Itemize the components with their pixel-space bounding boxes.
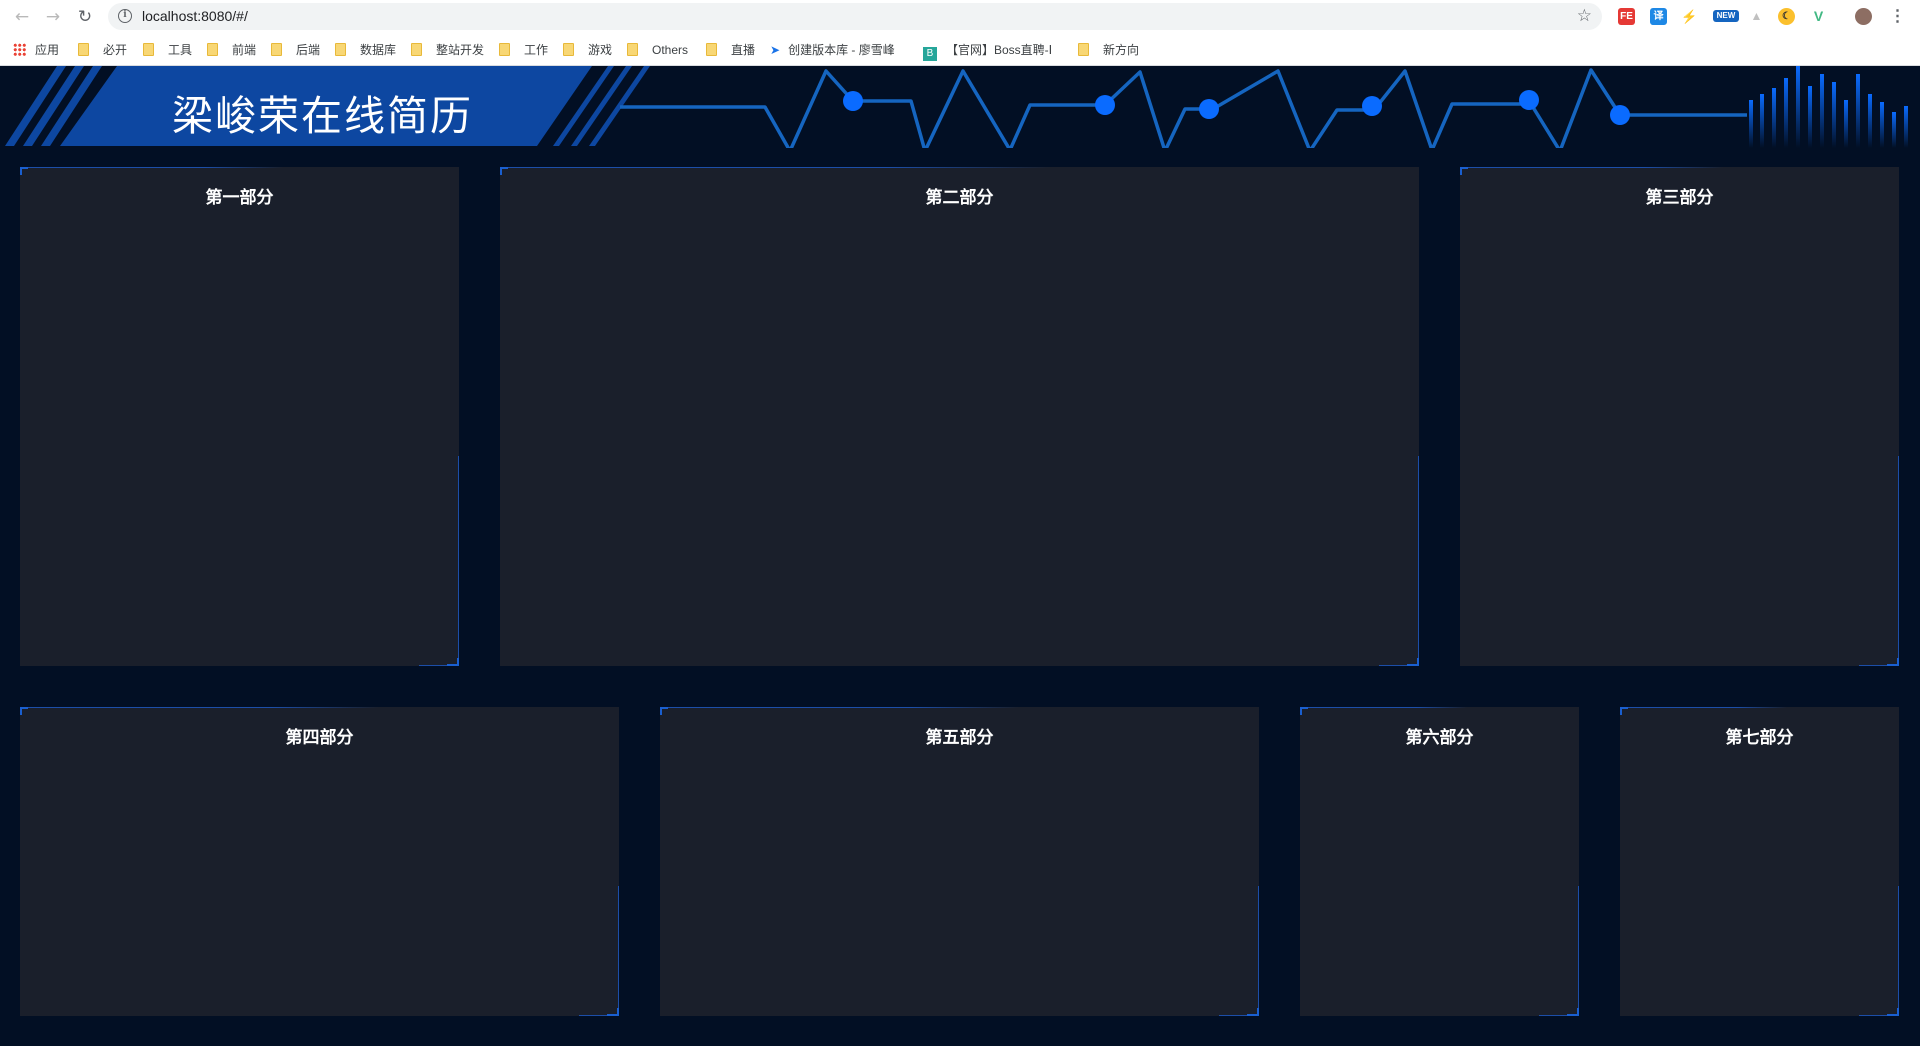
reload-icon[interactable]: ↻ — [75, 7, 95, 27]
pulse-node — [1519, 90, 1539, 110]
panel-3: 第三部分 — [1460, 167, 1899, 666]
info-icon[interactable]: i — [118, 9, 132, 23]
corner-decoration — [1247, 1008, 1259, 1016]
bookmarks-bar: 应用 必开 工具 前端 后端 数据库 整站开发 工作 游戏 Others 直播 … — [0, 33, 1920, 66]
corner-decoration — [1460, 167, 1468, 175]
bookmark-folder[interactable]: 工具 — [143, 41, 192, 59]
edge-decoration — [1898, 456, 1899, 666]
translate-extension-icon[interactable]: 译 — [1650, 8, 1667, 25]
corner-decoration — [607, 1008, 619, 1016]
back-icon[interactable]: ← — [12, 7, 32, 27]
folder-icon — [627, 43, 638, 56]
panel-title: 第三部分 — [1645, 188, 1714, 208]
bookmark-folder[interactable]: 整站开发 — [411, 41, 484, 59]
edge-decoration — [1418, 456, 1419, 666]
bookmark-link[interactable]: B 【官网】Boss直聘-Ⅰ — [923, 41, 1052, 61]
panel-title: 第六部分 — [1405, 728, 1474, 748]
panel-title: 第七部分 — [1725, 728, 1794, 748]
panel-5: 第五部分 — [660, 707, 1259, 1016]
panel-2: 第二部分 — [500, 167, 1419, 666]
pulse-node — [1610, 105, 1630, 125]
pulse-node — [1095, 95, 1115, 115]
folder-icon — [411, 43, 422, 56]
bookmark-apps[interactable]: 应用 — [13, 41, 59, 59]
corner-decoration — [20, 707, 28, 715]
edge-decoration — [1258, 886, 1259, 1016]
header: 梁峻荣在线简历 — [0, 66, 1920, 148]
folder-icon — [499, 43, 510, 56]
page-title: 梁峻荣在线简历 — [172, 92, 473, 140]
edge-decoration — [1898, 886, 1899, 1016]
panel-6: 第六部分 — [1300, 707, 1579, 1016]
gray-extension-icon[interactable]: ▲ — [1748, 8, 1765, 25]
bookmark-folder[interactable]: 直播 — [706, 41, 755, 59]
url-text: localhost:8080/#/ — [142, 8, 248, 24]
bookmark-folder[interactable]: 工作 — [499, 41, 548, 59]
lightning-extension-icon[interactable]: ⚡ — [1681, 8, 1698, 25]
pulse-node — [1199, 99, 1219, 119]
bookmark-folder[interactable]: Others — [627, 41, 688, 59]
folder-icon — [78, 43, 89, 56]
fe-extension-icon[interactable]: FE — [1618, 8, 1635, 25]
folder-icon — [1078, 43, 1089, 56]
corner-decoration — [1887, 658, 1899, 666]
corner-decoration — [660, 707, 668, 715]
folder-icon — [271, 43, 282, 56]
corner-decoration — [500, 167, 508, 175]
corner-decoration — [1407, 658, 1419, 666]
corner-decoration — [1567, 1008, 1579, 1016]
bookmark-folder[interactable]: 数据库 — [335, 41, 396, 59]
panel-4: 第四部分 — [20, 707, 619, 1016]
address-bar[interactable]: i localhost:8080/#/ ☆ — [108, 3, 1602, 30]
new-extension-icon[interactable]: NEW — [1713, 10, 1739, 22]
bookmark-folder[interactable]: 必开 — [78, 41, 127, 59]
corner-decoration — [20, 167, 28, 175]
panel-title: 第五部分 — [925, 728, 994, 748]
apps-icon — [13, 43, 26, 56]
corner-decoration — [447, 658, 459, 666]
edge-decoration — [1578, 886, 1579, 1016]
rocket-icon: ➤ — [770, 43, 781, 57]
pulse-line — [620, 68, 1747, 148]
folder-icon — [335, 43, 346, 56]
folder-icon — [207, 43, 218, 56]
pulse-node — [1362, 96, 1382, 116]
folder-icon — [706, 43, 717, 56]
bookmark-folder[interactable]: 新方向 — [1078, 41, 1139, 59]
panel-title: 第二部分 — [925, 188, 994, 208]
panel-7: 第七部分 — [1620, 707, 1899, 1016]
panel-1: 第一部分 — [20, 167, 459, 666]
bookmark-star-icon[interactable]: ☆ — [1577, 6, 1592, 26]
corner-decoration — [1620, 707, 1628, 715]
bookmark-folder[interactable]: 后端 — [271, 41, 320, 59]
bookmark-folder[interactable]: 前端 — [207, 41, 256, 59]
edge-decoration — [458, 456, 459, 666]
vue-devtools-icon[interactable]: V — [1810, 8, 1827, 25]
forward-icon[interactable]: → — [43, 7, 63, 27]
browser-toolbar: ← → ↻ i localhost:8080/#/ ☆ FE 译 ⚡ NEW ▲… — [0, 0, 1920, 33]
boss-icon: B — [923, 47, 937, 61]
menu-icon[interactable]: ⋮ — [1889, 8, 1906, 25]
resume-app: 梁峻荣在线简历 第一部分 第二部分 第三部分 第四部分 第五部分 第六部分 第七… — [0, 66, 1920, 1046]
bookmark-folder[interactable]: 游戏 — [563, 41, 612, 59]
equalizer-bars — [1749, 66, 1908, 148]
corner-decoration — [1887, 1008, 1899, 1016]
bookmark-link[interactable]: ➤ 创建版本库 - 廖雪峰 — [770, 41, 895, 59]
panel-title: 第一部分 — [205, 188, 274, 208]
moon-extension-icon[interactable]: ☾ — [1778, 8, 1795, 25]
panel-title: 第四部分 — [285, 728, 354, 748]
pulse-node — [843, 91, 863, 111]
corner-decoration — [1300, 707, 1308, 715]
folder-icon — [143, 43, 154, 56]
avatar[interactable] — [1855, 8, 1872, 25]
edge-decoration — [618, 886, 619, 1016]
folder-icon — [563, 43, 574, 56]
